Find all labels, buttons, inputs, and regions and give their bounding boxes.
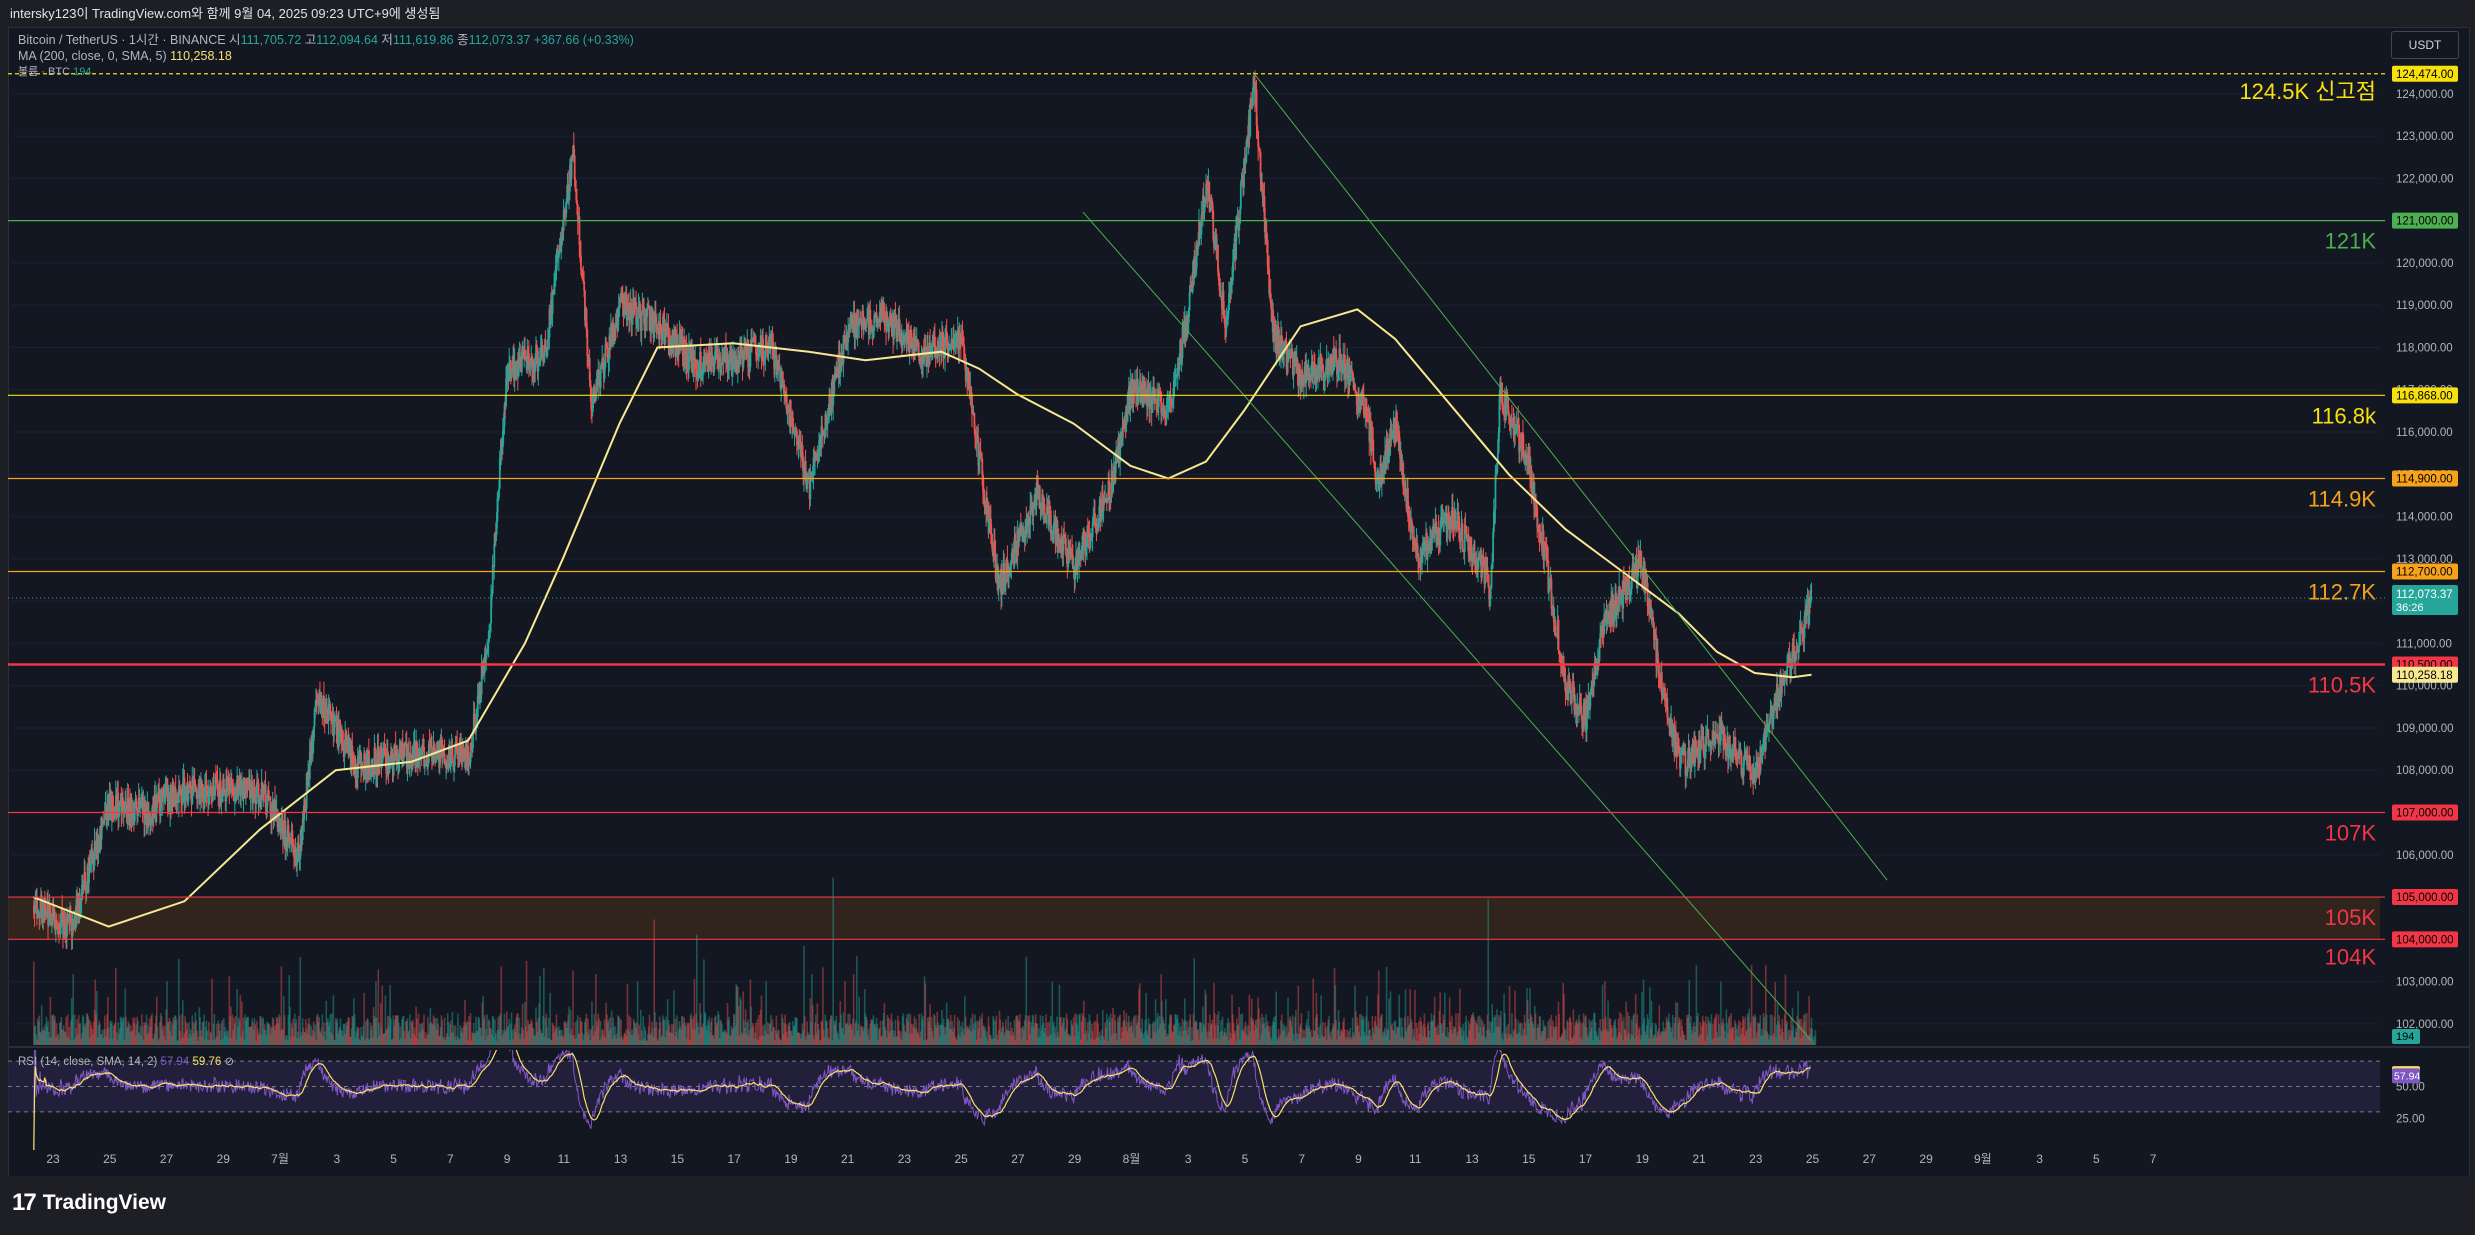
candle-body [1064,537,1067,550]
candle-body [1043,504,1046,518]
candle-body [498,488,500,498]
candle-body [1078,555,1081,567]
candle-body [194,784,197,787]
volume-bar [1675,1002,1677,1045]
candle-body [370,769,373,778]
volume-bar [1414,989,1416,1045]
volume-bar [72,974,75,1045]
candle-body [774,356,776,370]
candle-body [491,565,494,594]
volume-bar [1025,956,1028,1045]
chart-canvas[interactable]: 124.5K 신고점121K116.8k114.9K112.7K110.5K10… [0,0,2475,1235]
candle-body [515,364,518,380]
candle-body [583,281,586,291]
volume-bar [1388,998,1390,1045]
volume-bar [469,1013,472,1045]
candle-body [505,378,508,407]
volume-bar [830,1015,833,1045]
candle-body [653,325,656,339]
volume-bar [332,995,335,1045]
candle-body [948,349,951,351]
candle-body [327,704,330,722]
volume-bar [1487,899,1490,1045]
volume-bar [852,974,855,1045]
candle-body [988,519,991,534]
volume-bar [1774,982,1777,1045]
candle-body [688,345,690,370]
candle-body [590,387,593,411]
candle-body [847,329,850,343]
volume-bar [832,877,834,1045]
volume-bar [543,968,545,1045]
candle-body [424,763,427,767]
volume-bar [96,990,98,1045]
candle-body [187,786,190,802]
candle-body [537,364,540,372]
volume-bar [1275,991,1278,1045]
candle-body [708,352,711,361]
candle-body [570,160,573,179]
volume-bar [363,992,365,1045]
candle-body [546,339,549,351]
volume-bar [1238,1007,1240,1045]
volume-bar [1750,965,1753,1045]
price-pane[interactable] [8,70,2380,1045]
candle-body [876,320,879,328]
candle-body [637,306,640,319]
candle-body [1094,513,1096,524]
candle-body [424,766,426,768]
candle-body [1032,506,1035,517]
candle-body [580,255,582,270]
candle-body [573,155,576,181]
candle-body [222,779,225,789]
volume-bar [211,978,213,1045]
volume-bar [1508,986,1511,1045]
candle-body [493,543,496,567]
candle-body [599,366,602,388]
volume-bar [572,970,574,1045]
support-zone [8,897,2380,940]
volume-bar [500,966,503,1045]
volume-bar [1258,1008,1260,1045]
volume-bar [549,992,551,1045]
candle-body [1035,482,1038,506]
volume-bar [1814,1029,1817,1045]
volume-bar [1189,1014,1192,1045]
candle-body [595,392,597,402]
candle-body [181,782,184,804]
volume-bar [924,983,927,1045]
